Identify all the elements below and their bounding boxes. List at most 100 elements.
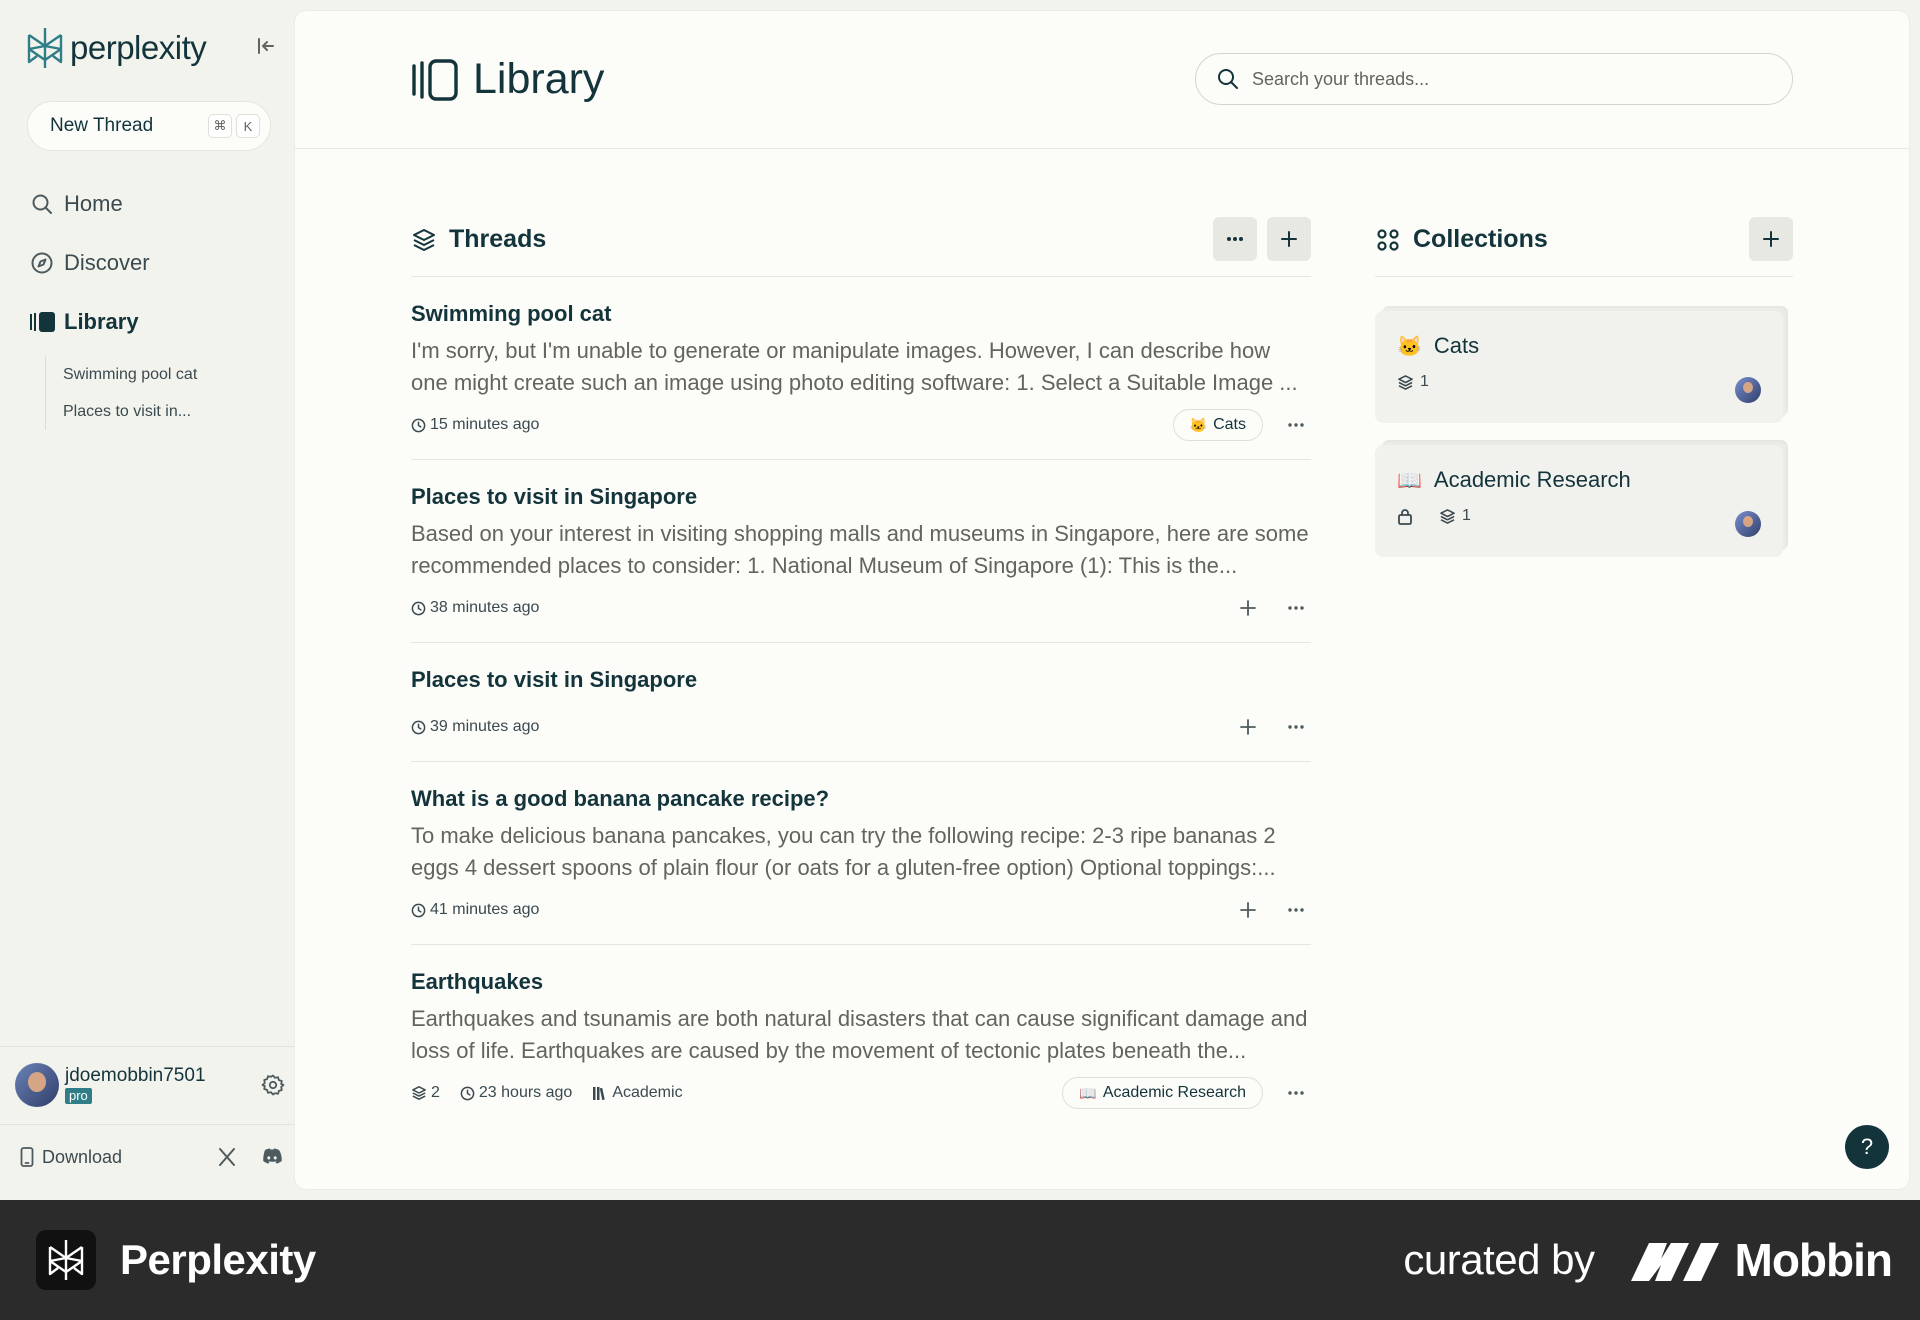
cat-icon: 🐱: [1189, 416, 1208, 433]
avatar[interactable]: [15, 1063, 59, 1107]
compass-icon: [30, 251, 54, 275]
gear-icon[interactable]: [261, 1073, 285, 1097]
thread-title[interactable]: What is a good banana pancake recipe?: [411, 786, 1311, 812]
collection-chip[interactable]: 🐱 Cats: [1172, 409, 1263, 441]
library-icon: [30, 310, 55, 334]
threads-header: Threads: [411, 205, 1311, 277]
nav-library[interactable]: Library: [30, 302, 139, 342]
more-options-icon[interactable]: [1281, 593, 1311, 623]
stack-icon: [412, 1086, 426, 1100]
thread-meta: 15 minutes ago 🐱 Cats: [411, 409, 1311, 441]
grid-icon: [1375, 227, 1401, 253]
discord-icon[interactable]: [260, 1146, 282, 1168]
more-options-icon[interactable]: [1281, 410, 1311, 440]
help-button[interactable]: ?: [1845, 1125, 1889, 1169]
stack-icon: [1398, 374, 1413, 390]
collapse-sidebar-icon[interactable]: [254, 34, 278, 58]
collection-name-row: 🐱 Cats: [1397, 333, 1761, 359]
more-options-icon[interactable]: [1281, 895, 1311, 925]
nav-discover[interactable]: Discover: [30, 243, 150, 283]
thread-meta: 38 minutes ago: [411, 592, 1311, 624]
thread-title[interactable]: Places to visit in Singapore: [411, 484, 1311, 510]
footer-app-name: Perplexity: [120, 1236, 316, 1283]
thread-title[interactable]: Earthquakes: [411, 969, 1311, 995]
thread-time: 15 minutes ago: [411, 416, 539, 434]
more-options-icon[interactable]: [1281, 712, 1311, 742]
add-to-collection-icon[interactable]: [1233, 895, 1263, 925]
collection-chip[interactable]: 📖 Academic Research: [1062, 1077, 1263, 1109]
perplexity-logo-icon: [36, 1230, 96, 1290]
cat-icon: 🐱: [1397, 335, 1422, 358]
thread-snippet: Based on your interest in visiting shopp…: [411, 521, 1309, 578]
nav-home[interactable]: Home: [30, 184, 123, 224]
library-subnav: Swimming pool cat Places to visit in...: [45, 356, 197, 430]
thread-item[interactable]: What is a good banana pancake recipe? To…: [411, 762, 1311, 945]
thread-item[interactable]: Places to visit in Singapore 39 minutes …: [411, 643, 1311, 762]
thread-time: 41 minutes ago: [411, 901, 539, 919]
add-to-collection-icon[interactable]: [1233, 593, 1263, 623]
thread-focus-label: Academic: [612, 1084, 683, 1101]
thread-meta: 2 23 hours ago Academic 📖 Academic Resea…: [411, 1077, 1311, 1109]
avatar: [1735, 377, 1761, 403]
library-subnav-item[interactable]: Places to visit in...: [63, 393, 197, 430]
collection-chip-label: Cats: [1213, 416, 1246, 433]
clock-icon: [411, 720, 426, 734]
new-thread-button[interactable]: New Thread ⌘ K: [27, 101, 271, 151]
thread-snippet: Earthquakes and tsunamis are both natura…: [411, 1006, 1308, 1063]
thread-source-count-label: 2: [431, 1084, 440, 1101]
page-title-text: Library: [473, 55, 605, 103]
new-thread-label: New Thread: [50, 115, 154, 136]
collection-card[interactable]: 🐱 Cats 1: [1375, 311, 1783, 423]
library-subnav-item[interactable]: Swimming pool cat: [63, 356, 197, 393]
username: jdoemobbin7501: [65, 1065, 206, 1086]
nav-discover-label: Discover: [64, 250, 150, 275]
thread-title[interactable]: Swimming pool cat: [411, 301, 1311, 327]
thread-time-label: 39 minutes ago: [430, 718, 540, 735]
thread-title[interactable]: Places to visit in Singapore: [411, 667, 1311, 693]
thread-snippet: To make delicious banana pancakes, you c…: [411, 823, 1276, 880]
thread-time-label: 38 minutes ago: [430, 599, 540, 616]
thread-meta: 39 minutes ago: [411, 711, 1311, 743]
phone-icon: [20, 1147, 34, 1167]
x-twitter-icon[interactable]: [216, 1146, 238, 1168]
sidebar: perplexity New Thread ⌘ K Home Discover …: [0, 0, 294, 1200]
thread-search[interactable]: [1195, 53, 1793, 105]
thread-item[interactable]: Earthquakes Earthquakes and tsunamis are…: [411, 945, 1311, 1127]
collections-header: Collections: [1375, 205, 1793, 277]
threads-more-button[interactable]: [1213, 217, 1257, 261]
collection-card[interactable]: 📖 Academic Research 1: [1375, 445, 1783, 557]
more-options-icon[interactable]: [1281, 1078, 1311, 1108]
collection-name: Cats: [1433, 333, 1480, 358]
logo[interactable]: perplexity: [26, 26, 207, 70]
sidebar-divider: [0, 1124, 294, 1125]
brand-footer: Perplexity curated by Mobbin: [0, 1200, 1920, 1320]
user-profile[interactable]: jdoemobbin7501 pro: [15, 1062, 285, 1108]
thread-item[interactable]: Swimming pool cat I'm sorry, but I'm una…: [411, 277, 1311, 460]
sidebar-footer: Download: [20, 1140, 282, 1174]
app-name: perplexity: [70, 29, 207, 66]
collection-name-row: 📖 Academic Research: [1397, 467, 1761, 493]
new-collection-button[interactable]: [1749, 217, 1793, 261]
thread-item[interactable]: Places to visit in Singapore Based on yo…: [411, 460, 1311, 643]
collection-meta: 1: [1397, 507, 1761, 525]
page-title: Library: [411, 55, 604, 104]
mobbin-wordmark: Mobbin: [1734, 1234, 1893, 1286]
collections-title: Collections: [1413, 225, 1548, 253]
collection-thread-count: 1: [1420, 373, 1429, 390]
add-to-collection-icon[interactable]: [1233, 712, 1263, 742]
thread-time: 23 hours ago: [460, 1084, 572, 1102]
cmd-key-hint: ⌘: [208, 114, 232, 138]
pro-badge: pro: [65, 1088, 92, 1104]
thread-time-label: 15 minutes ago: [430, 416, 540, 433]
threads-section: Threads Swimming pool cat I'm sorry, but…: [411, 205, 1311, 1127]
threads-title: Threads: [449, 225, 547, 253]
search-icon: [30, 192, 54, 216]
clock-icon: [411, 601, 426, 615]
download-button[interactable]: Download: [20, 1147, 194, 1168]
thread-source-count: 2: [411, 1084, 440, 1102]
new-thread-plus-button[interactable]: [1267, 217, 1311, 261]
download-label: Download: [42, 1146, 123, 1167]
open-book-icon: 📖: [1079, 1084, 1097, 1101]
search-input[interactable]: [1252, 68, 1772, 90]
avatar: [1735, 511, 1761, 537]
